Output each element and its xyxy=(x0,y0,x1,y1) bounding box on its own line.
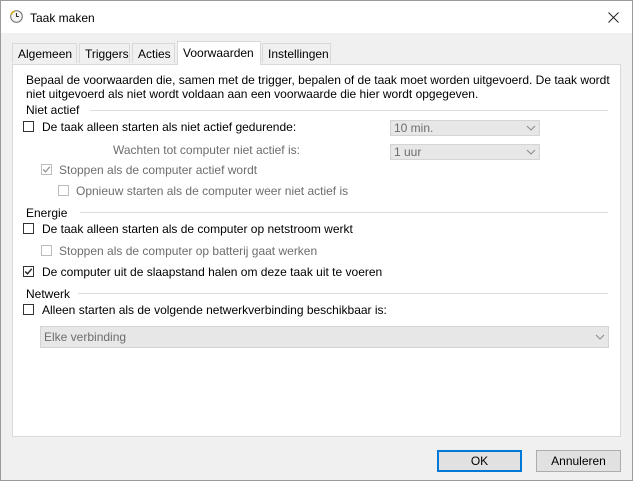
restart-if-idle-label: Opnieuw starten als de computer weer nie… xyxy=(76,184,349,198)
checkmark-icon xyxy=(24,268,33,275)
network-connection-value: Elke verbinding xyxy=(44,330,127,344)
tab-voorwaarden[interactable]: Voorwaarden xyxy=(177,41,261,65)
chevron-down-icon xyxy=(526,125,536,131)
stop-on-battery-label: Stoppen als de computer op batterij gaat… xyxy=(59,244,318,258)
power-divider xyxy=(80,212,608,213)
network-connection-combo[interactable]: Elke verbinding xyxy=(40,326,609,348)
stop-if-active-label: Stoppen als de computer actief wordt xyxy=(59,163,258,177)
only-if-network-label: Alleen starten als de volgende netwerkve… xyxy=(42,303,387,317)
stop-on-battery-checkbox[interactable] xyxy=(41,245,52,256)
clock-icon xyxy=(10,10,23,23)
checkmark-icon xyxy=(42,166,51,173)
tab-acties[interactable]: Acties xyxy=(132,43,175,63)
window-title: Taak maken xyxy=(30,11,95,25)
idle-duration-combo[interactable]: 10 min. xyxy=(390,120,540,136)
wait-label: Wachten tot computer niet actief is: xyxy=(113,143,300,157)
title-bar xyxy=(0,0,633,33)
ok-button[interactable]: OK xyxy=(437,450,522,472)
tab-triggers[interactable]: Triggers xyxy=(79,43,130,63)
ac-only-label: De taak alleen starten als de computer o… xyxy=(42,222,353,236)
network-heading: Netwerk xyxy=(26,287,71,301)
idle-heading: Niet actief xyxy=(26,103,80,117)
chevron-down-icon xyxy=(595,334,605,340)
wake-computer-checkbox[interactable] xyxy=(23,266,34,277)
idle-duration-value: 10 min. xyxy=(394,121,434,135)
description-text: Bepaal de voorwaarden die, samen met de … xyxy=(26,73,610,101)
cancel-button[interactable]: Annuleren xyxy=(536,450,621,472)
stop-if-active-checkbox[interactable] xyxy=(41,164,52,175)
wait-duration-value: 1 uur xyxy=(394,145,422,159)
close-icon xyxy=(607,11,619,23)
restart-if-idle-checkbox[interactable] xyxy=(58,185,69,196)
close-button[interactable] xyxy=(600,7,626,27)
start-only-if-idle-label: De taak alleen starten als niet actief g… xyxy=(42,120,297,134)
wake-computer-label: De computer uit de slaapstand halen om d… xyxy=(42,265,383,279)
idle-divider xyxy=(90,110,608,111)
power-heading: Energie xyxy=(26,206,68,220)
wait-duration-combo[interactable]: 1 uur xyxy=(390,144,540,160)
chevron-down-icon xyxy=(526,149,536,155)
tab-algemeen[interactable]: Algemeen xyxy=(12,43,77,63)
ac-only-checkbox[interactable] xyxy=(23,223,34,234)
network-divider xyxy=(78,293,608,294)
start-only-if-idle-checkbox[interactable] xyxy=(23,121,34,132)
tab-instellingen[interactable]: Instellingen xyxy=(262,43,331,63)
only-if-network-checkbox[interactable] xyxy=(23,304,34,315)
